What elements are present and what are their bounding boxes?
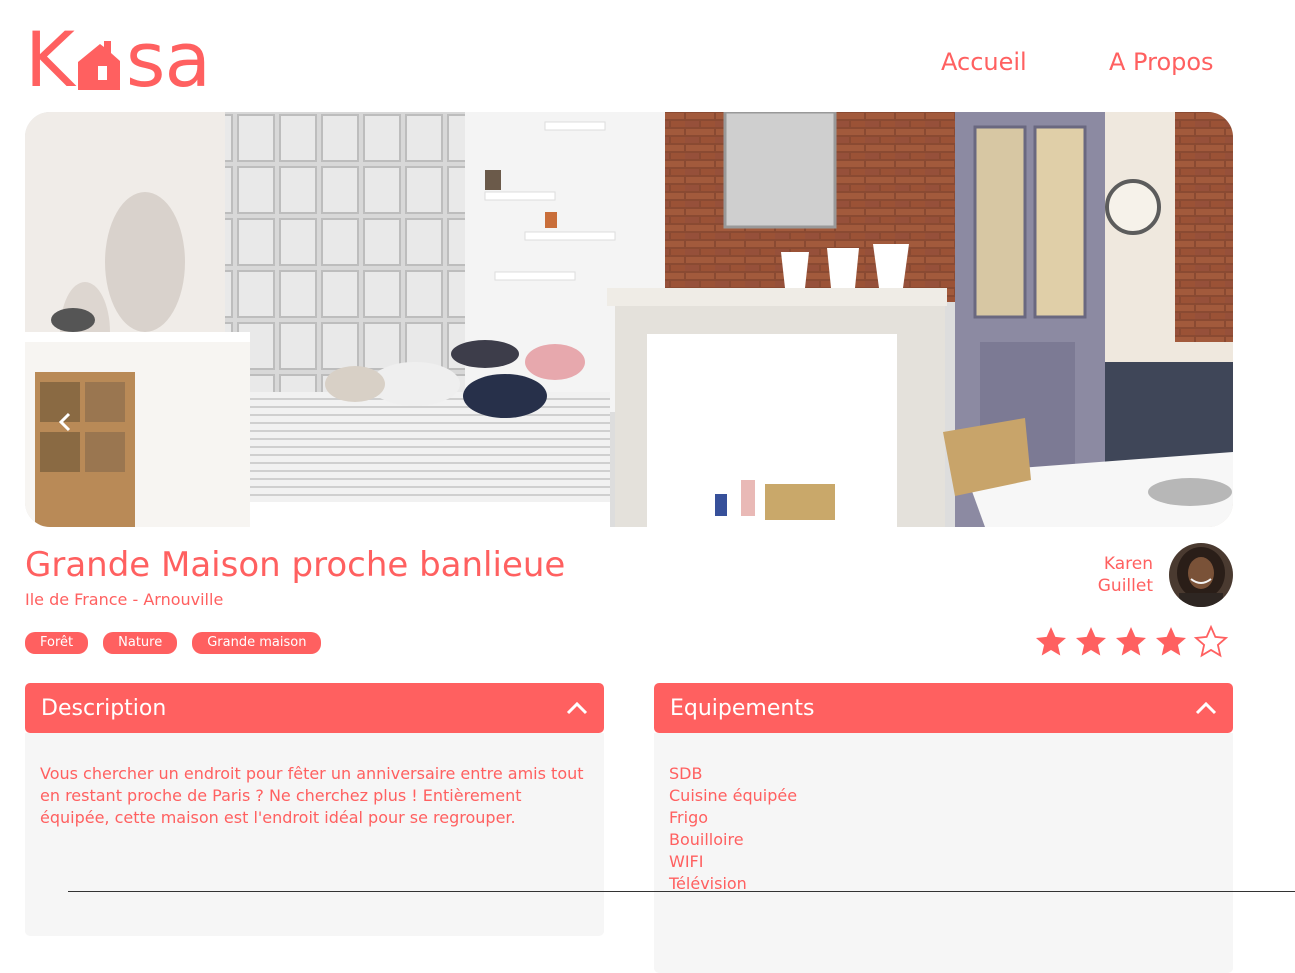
description-collapse: Description Vous chercher un endroit pou… xyxy=(25,683,604,936)
gallery-photo xyxy=(25,112,1233,527)
list-item: Bouilloire xyxy=(669,830,744,849)
house-icon xyxy=(77,41,120,90)
equipments-title: Equipements xyxy=(670,695,815,721)
tag: Forêt xyxy=(25,632,89,654)
avatar xyxy=(1169,543,1233,607)
listing-gallery xyxy=(25,112,1233,527)
equipments-collapse: Equipements SDB Cuisine équipée Frigo Bo… xyxy=(654,683,1233,973)
list-item: Frigo xyxy=(669,808,709,827)
host-last-name: Guillet xyxy=(1097,576,1153,596)
equipments-toggle[interactable]: Equipements xyxy=(654,683,1233,733)
list-item: Cuisine équipée xyxy=(669,786,798,805)
listing-location: Ile de France - Arnouville xyxy=(25,590,224,609)
description-title: Description xyxy=(41,695,167,721)
chevron-up-icon[interactable] xyxy=(566,701,588,715)
star-filled-icon xyxy=(1156,627,1186,656)
star-filled-icon xyxy=(1036,627,1066,656)
description-toggle[interactable]: Description xyxy=(25,683,604,733)
rating xyxy=(1033,622,1229,662)
star-filled-icon xyxy=(1076,627,1106,656)
tag: Grande maison xyxy=(192,632,322,654)
kasa-logo[interactable]: K sa xyxy=(25,15,245,104)
star-filled-icon xyxy=(1116,627,1146,656)
description-text: Vous chercher un endroit pour fêter un a… xyxy=(40,764,584,827)
logo-letter-k: K xyxy=(25,15,75,104)
list-item: WIFI xyxy=(669,852,704,871)
divider xyxy=(68,891,1295,892)
listing-title: Grande Maison proche banlieue xyxy=(25,545,566,585)
logo-letters-sa: sa xyxy=(125,15,211,104)
description-body: Vous chercher un endroit pour fêter un a… xyxy=(25,733,604,936)
equipment-list: SDB Cuisine équipée Frigo Bouilloire WIF… xyxy=(669,763,1218,895)
nav-link-about[interactable]: A Propos xyxy=(1109,44,1214,80)
host-first-name: Karen xyxy=(1103,554,1153,574)
equipments-body: SDB Cuisine équipée Frigo Bouilloire WIF… xyxy=(654,733,1233,973)
host-name: Karen Guillet xyxy=(1083,553,1153,597)
chevron-left-icon[interactable] xyxy=(58,412,72,432)
star-empty-icon xyxy=(1193,624,1229,658)
nav-link-home[interactable]: Accueil xyxy=(941,44,1027,80)
tag-list: Forêt Nature Grande maison xyxy=(25,632,322,654)
host: Karen Guillet xyxy=(1083,543,1233,607)
chevron-up-icon[interactable] xyxy=(1195,701,1217,715)
list-item: SDB xyxy=(669,764,703,783)
tag: Nature xyxy=(103,632,178,654)
